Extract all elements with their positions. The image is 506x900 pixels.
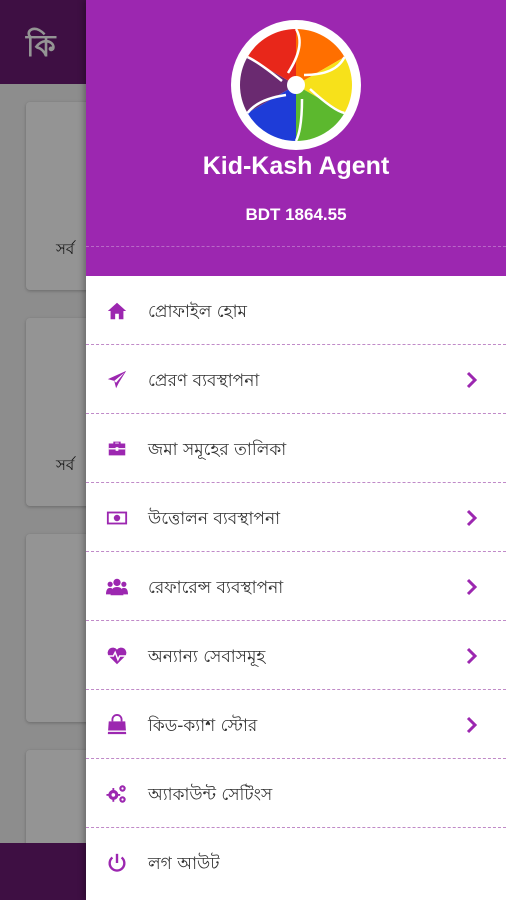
menu-item-account-settings[interactable]: অ্যাকাউন্ট সেটিংস <box>86 759 506 828</box>
menu-item-withdrawal-management[interactable]: উত্তোলন ব্যবস্থাপনা <box>86 483 506 552</box>
users-icon <box>106 578 128 596</box>
kid-kash-logo <box>231 20 361 150</box>
cogs-icon <box>106 785 126 803</box>
menu-item-deposit-list[interactable]: জমা সমূহের তালিকা <box>86 414 506 483</box>
menu-item-profile-home[interactable]: প্রোফাইল হোম <box>86 276 506 345</box>
money-icon <box>106 511 128 525</box>
home-icon <box>107 302 127 320</box>
account-balance: BDT 1864.55 <box>245 205 347 224</box>
chevron-right-icon <box>466 509 478 527</box>
menu-item-label: প্রেরণ ব্যবস্থাপনা <box>148 371 260 391</box>
menu-item-label: রেফারেন্স ব্যবস্থাপনা <box>148 578 284 598</box>
power-icon <box>108 853 126 872</box>
menu-item-label: অন্যান্য সেবাসমূহ <box>148 647 266 667</box>
briefcase-icon <box>108 441 126 456</box>
chevron-right-icon <box>466 578 478 596</box>
drawer-header: Kid-Kash Agent BDT 1864.55 <box>86 0 506 276</box>
heartbeat-icon <box>107 647 127 665</box>
drawer-menu: প্রোফাইল হোম প্রেরণ ব্যবস্থাপনা জমা সমূহ… <box>86 276 506 897</box>
menu-item-logout[interactable]: লগ আউট <box>86 828 506 897</box>
menu-item-send-management[interactable]: প্রেরণ ব্যবস্থাপনা <box>86 345 506 414</box>
shopping-bag-icon <box>107 714 127 735</box>
chevron-right-icon <box>466 716 478 734</box>
agent-name: Kid-Kash Agent <box>202 152 390 180</box>
menu-item-reference-management[interactable]: রেফারেন্স ব্যবস্থাপনা <box>86 552 506 621</box>
aperture-logo-icon <box>239 28 353 142</box>
menu-item-label: জমা সমূহের তালিকা <box>148 440 287 460</box>
send-icon <box>107 370 127 389</box>
menu-item-label: প্রোফাইল হোম <box>148 302 247 322</box>
menu-item-label: লগ আউট <box>148 854 220 874</box>
chevron-right-icon <box>466 647 478 665</box>
navigation-drawer: Kid-Kash Agent BDT 1864.55 প্রোফাইল হোম … <box>86 0 506 900</box>
menu-item-kid-kash-store[interactable]: কিড-ক্যাশ স্টোর <box>86 690 506 759</box>
chevron-right-icon <box>466 371 478 389</box>
menu-item-other-services[interactable]: অন্যান্য সেবাসমূহ <box>86 621 506 690</box>
header-divider <box>86 246 506 247</box>
menu-item-label: কিড-ক্যাশ স্টোর <box>148 716 258 736</box>
menu-item-label: অ্যাকাউন্ট সেটিংস <box>148 785 273 805</box>
menu-item-label: উত্তোলন ব্যবস্থাপনা <box>148 509 281 529</box>
